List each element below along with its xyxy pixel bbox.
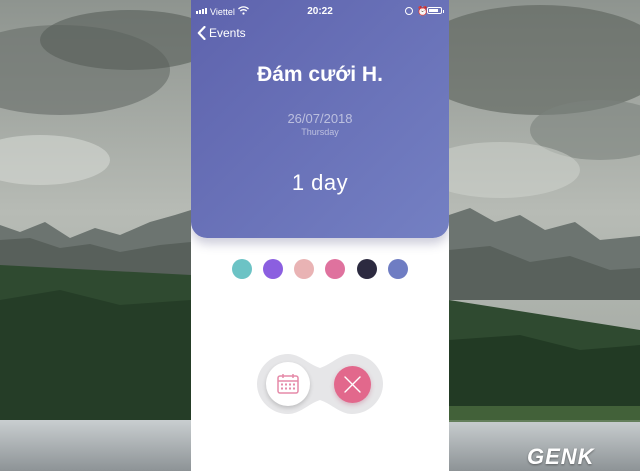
- phone-screen: Viettel 20:22 ⏰ Events Đám cưới H. 26/07…: [191, 0, 449, 471]
- back-button[interactable]: Events: [197, 26, 246, 40]
- event-date: 26/07/2018: [287, 111, 353, 126]
- calendar-icon: [277, 374, 299, 394]
- color-picker: [191, 259, 449, 279]
- event-countdown: 1 day: [291, 170, 349, 195]
- color-swatch-pink[interactable]: [325, 259, 345, 279]
- color-swatch-periwinkle[interactable]: [388, 259, 408, 279]
- back-button-label: Events: [209, 26, 246, 40]
- event-title: Đám cưới H.: [257, 63, 383, 86]
- action-buttons: [256, 352, 384, 416]
- chevron-left-icon: [197, 26, 206, 40]
- battery-icon: [427, 7, 444, 14]
- delete-event-button[interactable]: [334, 366, 371, 403]
- rotation-lock-icon: [405, 7, 413, 15]
- add-to-calendar-button[interactable]: [266, 362, 310, 406]
- color-swatch-navy[interactable]: [357, 259, 377, 279]
- color-swatch-blush[interactable]: [294, 259, 314, 279]
- event-weekday: Thursday: [301, 127, 339, 137]
- genk-watermark-logo: GENK: [527, 444, 595, 469]
- battery-fill: [429, 9, 438, 12]
- color-swatch-teal[interactable]: [232, 259, 252, 279]
- close-icon: [344, 376, 361, 393]
- event-header-card: Viettel 20:22 ⏰ Events Đám cưới H. 26/07…: [191, 0, 449, 238]
- status-bar: Viettel 20:22 ⏰: [191, 0, 449, 24]
- color-swatch-purple[interactable]: [263, 259, 283, 279]
